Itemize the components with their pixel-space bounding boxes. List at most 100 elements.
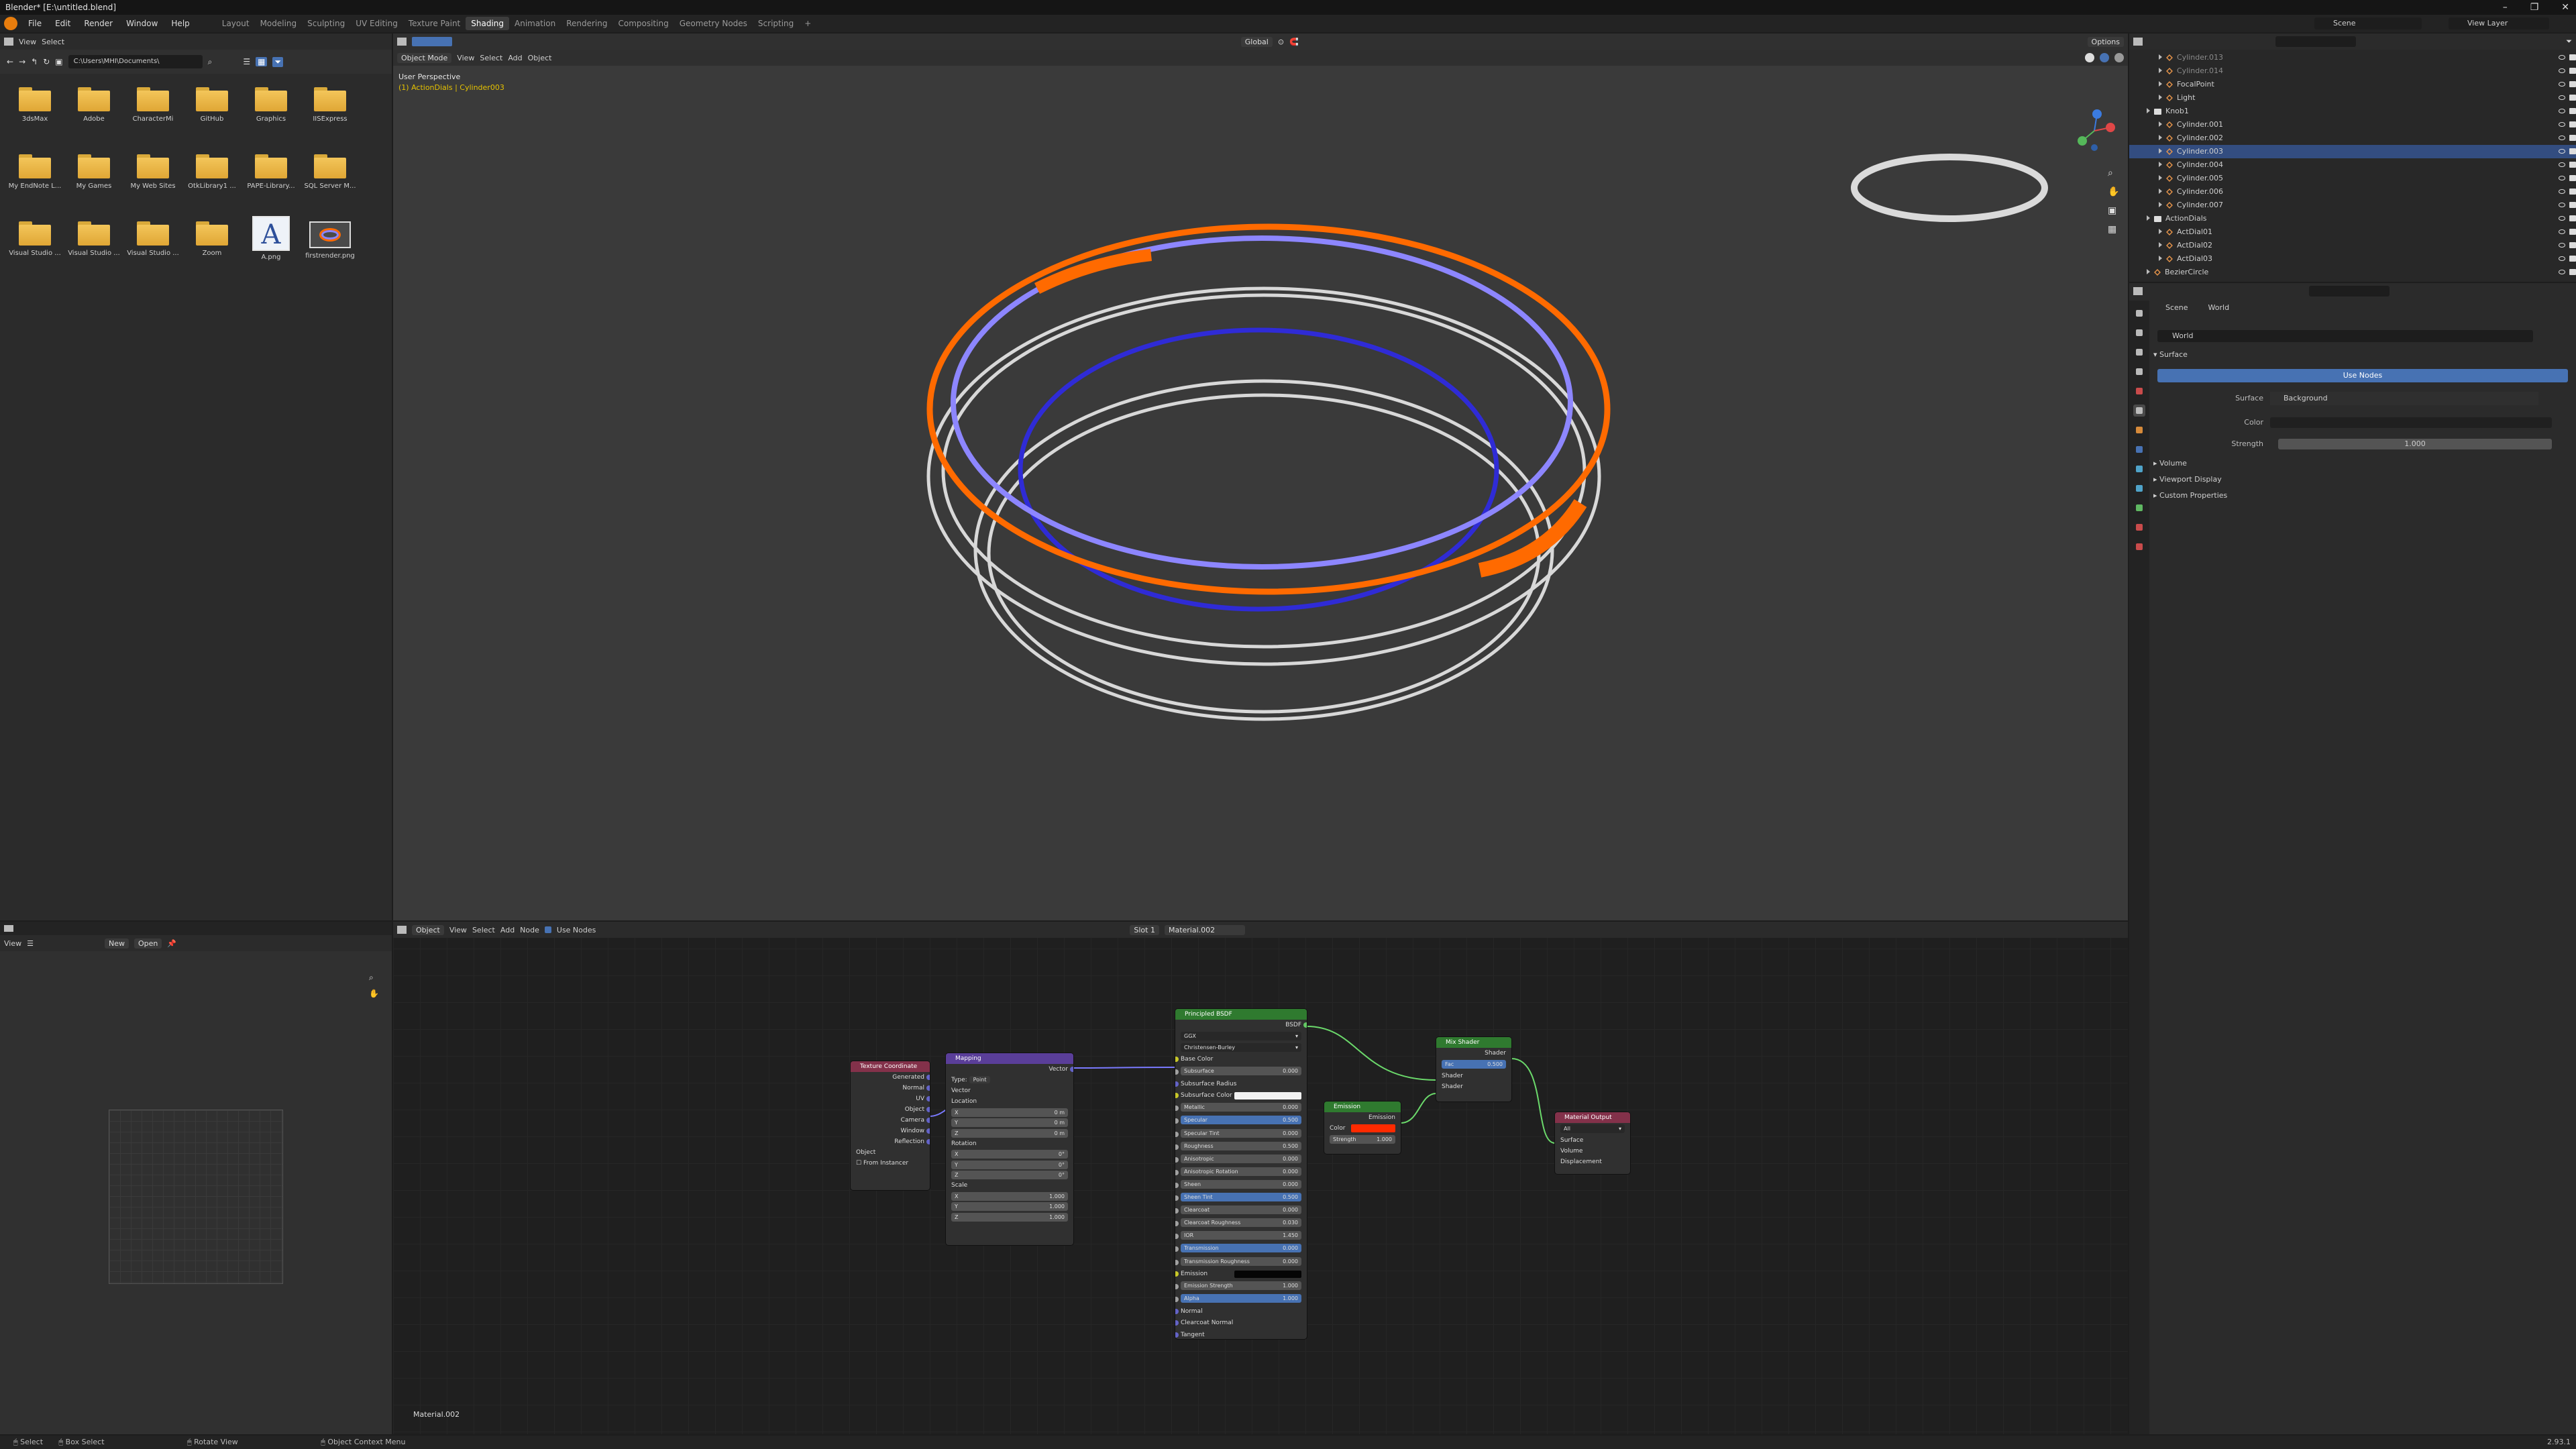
camera-render-icon[interactable] — [2569, 242, 2576, 248]
navigation-gizmo[interactable] — [2078, 109, 2115, 151]
output-tab-icon[interactable] — [2133, 346, 2145, 358]
menu-window[interactable]: Window — [119, 19, 164, 28]
bsdf-input-socket[interactable] — [1175, 1106, 1179, 1112]
fb-menu-select[interactable]: Select — [42, 38, 64, 46]
new-image-button[interactable]: New — [104, 938, 129, 949]
minimize-button[interactable]: – — [2503, 0, 2508, 15]
texcoord-output-socket[interactable] — [926, 1096, 930, 1102]
outliner-row[interactable]: Cylinder.005 — [2129, 172, 2576, 185]
menu-render[interactable]: Render — [77, 19, 119, 28]
mapping-location-field[interactable]: X0 m — [951, 1108, 1068, 1117]
file-item[interactable]: Visual Studio ... — [123, 221, 182, 257]
tab-animation[interactable]: Animation — [509, 17, 561, 30]
eye-icon[interactable] — [2559, 136, 2565, 140]
file-item[interactable]: Visual Studio ... — [5, 221, 64, 257]
camera-render-icon[interactable] — [2569, 95, 2576, 101]
eye-icon[interactable] — [2559, 122, 2565, 127]
camera-render-icon[interactable] — [2569, 54, 2576, 60]
file-item[interactable]: Adobe — [64, 87, 123, 123]
new-folder-icon[interactable]: ▣ — [55, 57, 62, 66]
outliner-row[interactable]: BezierCircle — [2129, 266, 2576, 279]
ortho-toggle-icon[interactable]: ▦ — [2108, 224, 2116, 235]
texcoord-output-socket[interactable] — [926, 1085, 930, 1091]
mix-fac-field[interactable]: Fac 0.500 — [1442, 1059, 1506, 1069]
mapping-rotation-field[interactable]: Z 0° — [951, 1171, 1068, 1179]
outliner-row[interactable]: Cylinder.003 — [2129, 145, 2576, 158]
strength-field[interactable]: 1.000 — [2278, 439, 2552, 449]
bsdf-input-socket[interactable] — [1175, 1195, 1179, 1201]
refresh-icon[interactable]: ↻ — [43, 57, 50, 66]
camera-render-icon[interactable] — [2569, 215, 2576, 221]
tab-layout[interactable]: Layout — [217, 17, 255, 30]
zoom-icon[interactable]: ⌕ — [2108, 168, 2113, 178]
file-item[interactable]: GitHub — [182, 87, 241, 123]
outliner-row[interactable]: Light — [2129, 91, 2576, 105]
from-instancer-checkbox[interactable]: ☐ From Instancer — [851, 1158, 930, 1169]
expand-arrow-icon[interactable] — [2159, 229, 2162, 234]
file-item[interactable]: PAPE-Library... — [241, 154, 301, 190]
node-texture-coordinate[interactable]: Texture Coordinate Generated Normal UV Obje… — [851, 1061, 930, 1190]
file-item[interactable]: firstrender.png — [301, 221, 360, 260]
color-field[interactable] — [2270, 417, 2552, 428]
expand-arrow-icon[interactable] — [2147, 269, 2150, 274]
tab-modeling[interactable]: Modeling — [255, 17, 303, 30]
outliner-row[interactable]: Cylinder.006 — [2129, 185, 2576, 199]
path-field[interactable]: C:\Users\MHI\Documents\ — [68, 55, 203, 68]
bsdf-value-field[interactable]: Anisotropic 0.000 — [1181, 1154, 1301, 1163]
camera-render-icon[interactable] — [2569, 269, 2576, 275]
bsdf-value-field[interactable]: Alpha 1.000 — [1181, 1294, 1301, 1303]
bsdf-input-socket[interactable] — [1175, 1271, 1179, 1277]
outliner-editor-icon[interactable] — [2133, 38, 2143, 46]
expand-arrow-icon[interactable] — [2159, 189, 2162, 194]
bsdf-value-field[interactable]: IOR 1.450 — [1181, 1231, 1301, 1240]
bsdf-value-field[interactable]: Roughness 0.500 — [1181, 1141, 1301, 1150]
distribution-dropdown[interactable]: GGX ▾ — [1181, 1031, 1301, 1040]
outliner-row[interactable]: Cylinder.001 — [2129, 118, 2576, 131]
use-nodes-button[interactable]: Use Nodes — [2157, 369, 2568, 382]
file-item[interactable]: 3dsMax — [5, 87, 64, 123]
outliner-row[interactable]: Cylinder.004 — [2129, 158, 2576, 172]
bsdf-input-socket[interactable] — [1175, 1057, 1179, 1062]
eye-icon[interactable] — [2559, 256, 2565, 261]
bsdf-input-socket[interactable] — [1175, 1069, 1179, 1075]
bsdf-input-socket[interactable] — [1175, 1182, 1179, 1188]
filter-icon[interactable]: ⏷ — [272, 56, 284, 67]
list-view-icon[interactable]: ☰ — [243, 57, 250, 66]
bsdf-value-field[interactable]: Metallic 0.000 — [1181, 1103, 1301, 1112]
ie-menu-icon[interactable]: ☰ — [27, 939, 34, 948]
tool-tab-icon[interactable] — [2133, 307, 2145, 319]
tab-scripting[interactable]: Scripting — [753, 17, 799, 30]
subsurface-color-swatch[interactable] — [1234, 1091, 1301, 1099]
camera-render-icon[interactable] — [2569, 121, 2576, 127]
expand-arrow-icon[interactable] — [2159, 162, 2162, 167]
bsdf-value-field[interactable]: Specular 0.500 — [1181, 1116, 1301, 1125]
filter-funnel-icon[interactable]: ⏷ — [2566, 37, 2572, 46]
subsurface-method-dropdown[interactable]: Christensen-Burley ▾ — [1181, 1043, 1301, 1052]
file-item[interactable]: My Games — [64, 154, 123, 190]
node-material-output[interactable]: Material Output All ▾ Surface Volume Disp… — [1555, 1112, 1630, 1174]
file-item[interactable]: Visual Studio ... — [64, 221, 123, 257]
ie-pan-icon[interactable]: ✋ — [369, 989, 379, 998]
outliner-row[interactable]: Cylinder.014 — [2129, 64, 2576, 78]
bsdf-input-socket[interactable] — [1175, 1284, 1179, 1290]
camera-render-icon[interactable] — [2569, 162, 2576, 168]
bsdf-value-field[interactable]: Anisotropic Rotation 0.000 — [1181, 1167, 1301, 1176]
outliner-row[interactable]: FocalPoint — [2129, 78, 2576, 91]
bsdf-value-field[interactable]: Clearcoat Roughness 0.030 — [1181, 1218, 1301, 1228]
texcoord-output-socket[interactable] — [926, 1139, 930, 1144]
surface-panel-header[interactable]: ▾ Surface — [2153, 350, 2188, 359]
expand-arrow-icon[interactable] — [2159, 54, 2162, 60]
open-image-button[interactable]: Open — [133, 938, 162, 949]
bsdf-input-socket[interactable] — [1175, 1308, 1179, 1314]
outliner-row[interactable]: ActDial01 — [2129, 225, 2576, 239]
expand-arrow-icon[interactable] — [2159, 121, 2162, 127]
file-item[interactable]: Graphics — [241, 87, 301, 123]
outliner-row[interactable]: Knob1 — [2129, 105, 2576, 118]
outliner-row[interactable]: Cylinder.002 — [2129, 131, 2576, 145]
view-layer-tab-icon[interactable] — [2133, 366, 2145, 378]
texcoord-output-socket[interactable] — [926, 1107, 930, 1112]
search-icon[interactable]: ⌕ — [208, 57, 213, 67]
eye-icon[interactable] — [2559, 176, 2565, 180]
camera-render-icon[interactable] — [2569, 229, 2576, 235]
mapping-scale-field[interactable]: Z 1.000 — [951, 1212, 1068, 1222]
